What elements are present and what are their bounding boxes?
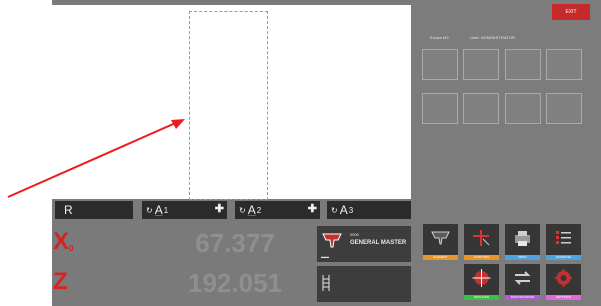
angle-a3-index: 3	[348, 205, 354, 215]
methods-label: METHODS	[464, 295, 499, 300]
transfer-arrows-icon	[514, 271, 531, 285]
tool-outline-rectangle	[189, 11, 268, 200]
z-axis-button[interactable]: Z	[53, 268, 74, 296]
rotate-icon: ↻	[239, 205, 246, 215]
machine-status-text: Erowa M2	[430, 35, 449, 40]
exit-button[interactable]: EXIT	[552, 4, 590, 20]
z-axis-value: 192.051	[188, 268, 282, 298]
methods-button[interactable]: METHODS	[464, 264, 499, 300]
angle-a3-letter: A	[339, 203, 348, 217]
angle-a1-letter: A	[154, 203, 163, 217]
crosshair-arrow-icon	[473, 230, 490, 246]
ladder-icon	[322, 275, 330, 291]
x-axis-subscript: 0	[69, 244, 74, 253]
memory-slot-3[interactable]	[505, 49, 541, 80]
printer-icon	[515, 231, 530, 246]
tool-code: 0000	[350, 232, 359, 237]
rotate-icon: ↻	[146, 205, 153, 215]
crosshair-target-icon	[472, 269, 491, 287]
tool-selector[interactable]: 0000 GENERAL MASTER ▬▬	[317, 226, 411, 262]
angle-a1-button[interactable]: ↻ A 1 ✚	[142, 201, 227, 219]
angle-a2-letter: A	[247, 203, 256, 217]
settings-button[interactable]: SETTINGS	[546, 264, 581, 300]
gear-settings-icon	[555, 269, 572, 287]
database-list-icon	[556, 231, 571, 244]
angle-a2-index: 2	[256, 205, 262, 215]
function-button[interactable]: FUNCTION	[464, 224, 499, 260]
tool-adapter-selector[interactable]	[317, 266, 411, 302]
datatransfer-label: DATATRANSFER	[505, 295, 540, 300]
tool-holder-icon	[322, 233, 342, 248]
memory-slot-7[interactable]	[505, 93, 541, 124]
settings-label: SETTINGS	[546, 295, 581, 300]
x-axis-value: 67.377	[195, 228, 275, 258]
user-status-text: User: ADMINISTRATOR	[470, 35, 516, 40]
memory-slot-2[interactable]	[463, 49, 499, 80]
memory-slot-1[interactable]	[422, 49, 458, 80]
function-label: FUNCTION	[464, 255, 499, 260]
rotate-icon: ↻	[331, 205, 338, 215]
x-axis-button[interactable]: X0	[53, 228, 74, 256]
z-axis-letter: Z	[53, 268, 68, 295]
add-a2-icon[interactable]: ✚	[308, 202, 317, 215]
x-axis-letter: X	[53, 228, 70, 255]
database-label: DATABASE	[546, 255, 581, 260]
right-panel	[411, 0, 601, 306]
memory-slot-5[interactable]	[422, 93, 458, 124]
datatransfer-button[interactable]: DATATRANSFER	[505, 264, 540, 300]
element-button[interactable]: ELEMENT	[423, 224, 458, 260]
angle-a2-button[interactable]: ↻ A 2 ✚	[235, 201, 320, 219]
database-button[interactable]: DATABASE	[546, 224, 581, 260]
measurement-canvas[interactable]	[52, 5, 411, 200]
angle-a1-index: 1	[163, 205, 169, 215]
tool-name: GENERAL MASTER	[350, 240, 407, 246]
element-label: ELEMENT	[423, 255, 458, 260]
add-a1-icon[interactable]: ✚	[215, 202, 224, 215]
radius-label: R	[64, 203, 73, 217]
angle-a3-button[interactable]: ↻ A 3	[327, 201, 411, 219]
memory-slot-4[interactable]	[546, 49, 582, 80]
print-label: PRINT	[505, 255, 540, 260]
memory-slot-8[interactable]	[546, 93, 582, 124]
tool-status: ▬▬	[321, 254, 329, 259]
tool-holder-icon	[431, 231, 450, 245]
memory-slot-6[interactable]	[463, 93, 499, 124]
print-button[interactable]: PRINT	[505, 224, 540, 260]
radius-button[interactable]: R	[55, 201, 133, 219]
